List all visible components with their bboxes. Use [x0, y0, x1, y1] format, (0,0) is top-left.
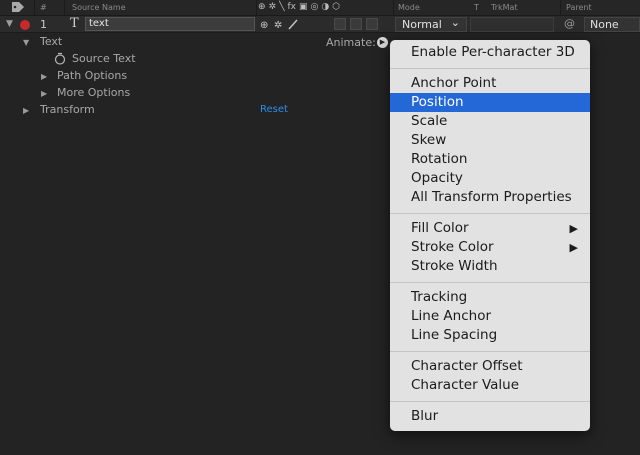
menu-item-skew[interactable]: Skew [390, 131, 590, 150]
trkmat-dropdown[interactable] [470, 17, 554, 32]
menu-item-opacity[interactable]: Opacity [390, 169, 590, 188]
more-options-label: More Options [57, 86, 131, 99]
parent-dropdown[interactable]: None [584, 17, 640, 32]
fx-switch[interactable] [334, 18, 346, 30]
layer-name-field[interactable]: text [85, 17, 255, 31]
menu-item-line-spacing[interactable]: Line Spacing [390, 326, 590, 345]
blend-mode-dropdown[interactable]: Normal ⌄ [395, 16, 467, 32]
quality-switch-icon[interactable] [288, 19, 298, 30]
menu-separator [390, 401, 590, 402]
menu-item-enable-per-character-3d[interactable]: Enable Per-character 3D [390, 43, 590, 62]
stopwatch-icon[interactable] [54, 52, 66, 65]
menu-item-stroke-color[interactable]: Stroke Color ▶ [390, 238, 590, 257]
shy-icon[interactable]: ⊕ [258, 2, 266, 12]
header-source-name[interactable]: Source Name [72, 3, 126, 12]
menu-item-all-transform-properties[interactable]: All Transform Properties [390, 188, 590, 207]
parent-pickwhip-icon[interactable]: @ [564, 17, 575, 30]
transform-twirl-icon[interactable]: ▶ [23, 106, 29, 115]
more-options-twirl-icon[interactable]: ▶ [41, 89, 47, 98]
menu-item-anchor-point[interactable]: Anchor Point [390, 74, 590, 93]
menu-item-character-value[interactable]: Character Value [390, 376, 590, 395]
menu-separator [390, 351, 590, 352]
header-parent: Parent [566, 3, 592, 12]
layer-row[interactable]: ▼ 1 T text ⊕ ✲ Normal ⌄ @ None [0, 16, 640, 33]
3d-layer-icon[interactable]: ⬡ [332, 2, 340, 12]
transform-reset-link[interactable]: Reset [260, 104, 288, 115]
label-tag-icon [12, 2, 24, 12]
menu-item-blur[interactable]: Blur [390, 407, 590, 426]
collapse-switch-icon[interactable]: ✲ [274, 20, 282, 31]
text-twirl-icon[interactable]: ▼ [23, 38, 29, 47]
menu-item-position[interactable]: Position [390, 93, 590, 112]
switches-header: ⊕ ✲ ╲ fx ▣ ◎ ◑ ⬡ [258, 2, 340, 12]
quality-icon[interactable]: ╲ [279, 2, 284, 12]
label-color-icon[interactable] [20, 20, 30, 30]
submenu-arrow-icon: ▶ [569, 241, 578, 254]
animate-menu-button[interactable]: ▶ [377, 37, 388, 48]
header-divider [560, 0, 561, 16]
source-text-label: Source Text [72, 52, 136, 65]
submenu-arrow-icon: ▶ [569, 222, 578, 235]
menu-separator [390, 213, 590, 214]
menu-item-character-offset[interactable]: Character Offset [390, 357, 590, 376]
header-mode: Mode [398, 3, 420, 12]
header-trkmat: TrkMat [491, 3, 518, 12]
layer-number: 1 [40, 18, 47, 31]
timeline-header: # Source Name ⊕ ✲ ╲ fx ▣ ◎ ◑ ⬡ Mode T Tr… [0, 0, 640, 16]
animate-context-menu: Enable Per-character 3D Anchor Point Pos… [390, 40, 590, 431]
parent-value: None [590, 18, 619, 31]
path-options-twirl-icon[interactable]: ▶ [41, 72, 47, 81]
menu-item-fill-color[interactable]: Fill Color ▶ [390, 219, 590, 238]
text-group-label: Text [40, 35, 63, 48]
blend-mode-value: Normal [402, 18, 442, 31]
text-layer-icon: T [70, 16, 79, 31]
fx-icon[interactable]: fx [288, 2, 297, 12]
menu-item-rotation[interactable]: Rotation [390, 150, 590, 169]
adjustment-layer-icon[interactable]: ◑ [321, 2, 329, 12]
layer-switches: ⊕ ✲ [260, 19, 298, 31]
header-divider [256, 0, 257, 16]
menu-item-tracking[interactable]: Tracking [390, 288, 590, 307]
layer-twirl-icon[interactable]: ▼ [6, 19, 13, 29]
shy-switch-icon[interactable]: ⊕ [260, 20, 268, 31]
menu-item-scale[interactable]: Scale [390, 112, 590, 131]
menu-item-stroke-width[interactable]: Stroke Width [390, 257, 590, 276]
header-hash: # [40, 3, 47, 12]
transform-label: Transform [40, 103, 95, 116]
menu-separator [390, 282, 590, 283]
motion-blur-icon[interactable]: ◎ [311, 2, 319, 12]
collapse-icon[interactable]: ✲ [269, 2, 277, 12]
header-divider [393, 0, 394, 16]
header-divider [64, 0, 65, 16]
header-t: T [474, 3, 479, 12]
header-divider [34, 0, 35, 16]
frame-blend-icon[interactable]: ▣ [299, 2, 308, 12]
animate-label: Animate: [326, 36, 376, 49]
menu-item-line-anchor[interactable]: Line Anchor [390, 307, 590, 326]
motion-blur-switch[interactable] [350, 18, 362, 30]
menu-separator [390, 68, 590, 69]
chevron-down-icon: ⌄ [450, 16, 460, 29]
3d-switch[interactable] [366, 18, 378, 30]
path-options-label: Path Options [57, 69, 128, 82]
